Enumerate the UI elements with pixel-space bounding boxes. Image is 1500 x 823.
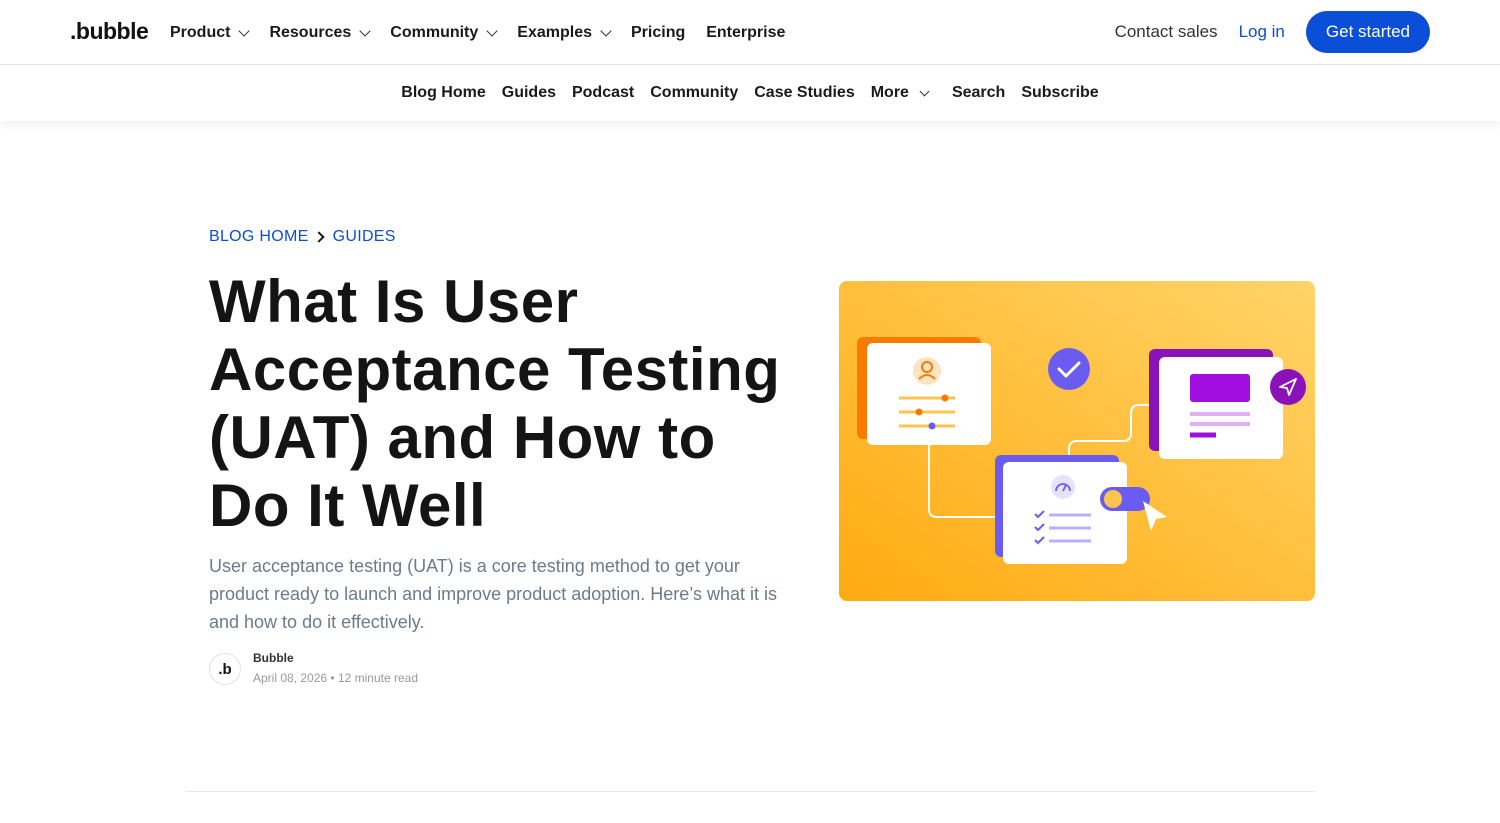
author-avatar[interactable]: .b [209, 653, 241, 685]
send-icon [1270, 369, 1306, 405]
chevron-down-icon [238, 24, 251, 37]
read-time: 12 minute read [337, 671, 419, 685]
get-started-button[interactable]: Get started [1305, 11, 1430, 53]
menu-item-pricing[interactable]: Pricing [631, 24, 685, 42]
hero-illustration-svg [839, 281, 1315, 601]
article-title: What Is User Acceptance Testing (UAT) an… [209, 268, 781, 539]
article-meta: April 08, 2026 • 12 minute read [253, 671, 418, 685]
menu-item-label: Pricing [631, 23, 686, 41]
toggle-switch-icon [1100, 487, 1150, 511]
meta-separator: • [330, 671, 338, 685]
chevron-right-icon [312, 231, 325, 243]
subnav-guides[interactable]: Guides [502, 84, 556, 102]
header-actions: Contact sales Log in Get started [1115, 11, 1430, 53]
chevron-down-icon [359, 24, 371, 37]
menu-item-enterprise[interactable]: Enterprise [706, 24, 785, 42]
menu-item-product[interactable]: Product [170, 23, 251, 42]
menu-item-community[interactable]: Community [390, 23, 498, 42]
breadcrumb: BLOG HOME GUIDES [209, 228, 396, 246]
menu-item-label: Examples [517, 23, 592, 41]
menu-item-label: Product [170, 23, 231, 41]
blog-subnav: Blog Home Guides Podcast Community Case … [0, 65, 1500, 121]
checkmark-circle-icon [1048, 348, 1090, 390]
bubble-logo[interactable]: .bubble [70, 18, 149, 45]
chevron-down-icon [486, 24, 498, 37]
profile-card-icon [857, 337, 991, 445]
section-divider [185, 791, 1315, 792]
subnav-case-studies[interactable]: Case Studies [754, 84, 854, 102]
chevron-down-icon [919, 86, 930, 96]
menu-item-examples[interactable]: Examples [517, 23, 612, 42]
chevron-down-icon [600, 24, 612, 37]
menu-item-label: Community [390, 23, 479, 41]
article-subtitle: User acceptance testing (UAT) is a core … [209, 556, 777, 632]
top-navigation: .bubble Product Resources Community Exam… [0, 0, 1500, 65]
main-menu: Product Resources Community Examples Pri… [170, 0, 806, 65]
subnav-podcast[interactable]: Podcast [572, 84, 634, 102]
hero-illustration [839, 281, 1315, 601]
breadcrumb-guides[interactable]: GUIDES [333, 228, 396, 246]
contact-sales-link[interactable]: Contact sales [1115, 22, 1218, 42]
author-name[interactable]: Bubble [253, 651, 294, 665]
subnav-more-label: More [870, 84, 909, 101]
publish-date: April 08, 2026 [253, 671, 328, 685]
menu-item-label: Resources [269, 23, 352, 41]
breadcrumb-blog-home[interactable]: BLOG HOME [209, 228, 309, 246]
menu-item-resources[interactable]: Resources [269, 23, 371, 42]
subnav-subscribe[interactable]: Subscribe [1021, 84, 1098, 102]
subnav-search[interactable]: Search [952, 84, 1005, 102]
menu-item-label: Enterprise [706, 23, 786, 41]
message-card-icon [1149, 349, 1283, 459]
login-link[interactable]: Log in [1239, 22, 1285, 42]
subnav-more[interactable]: More [871, 84, 936, 102]
subnav-blog-home[interactable]: Blog Home [401, 84, 485, 102]
subnav-community[interactable]: Community [650, 84, 738, 102]
